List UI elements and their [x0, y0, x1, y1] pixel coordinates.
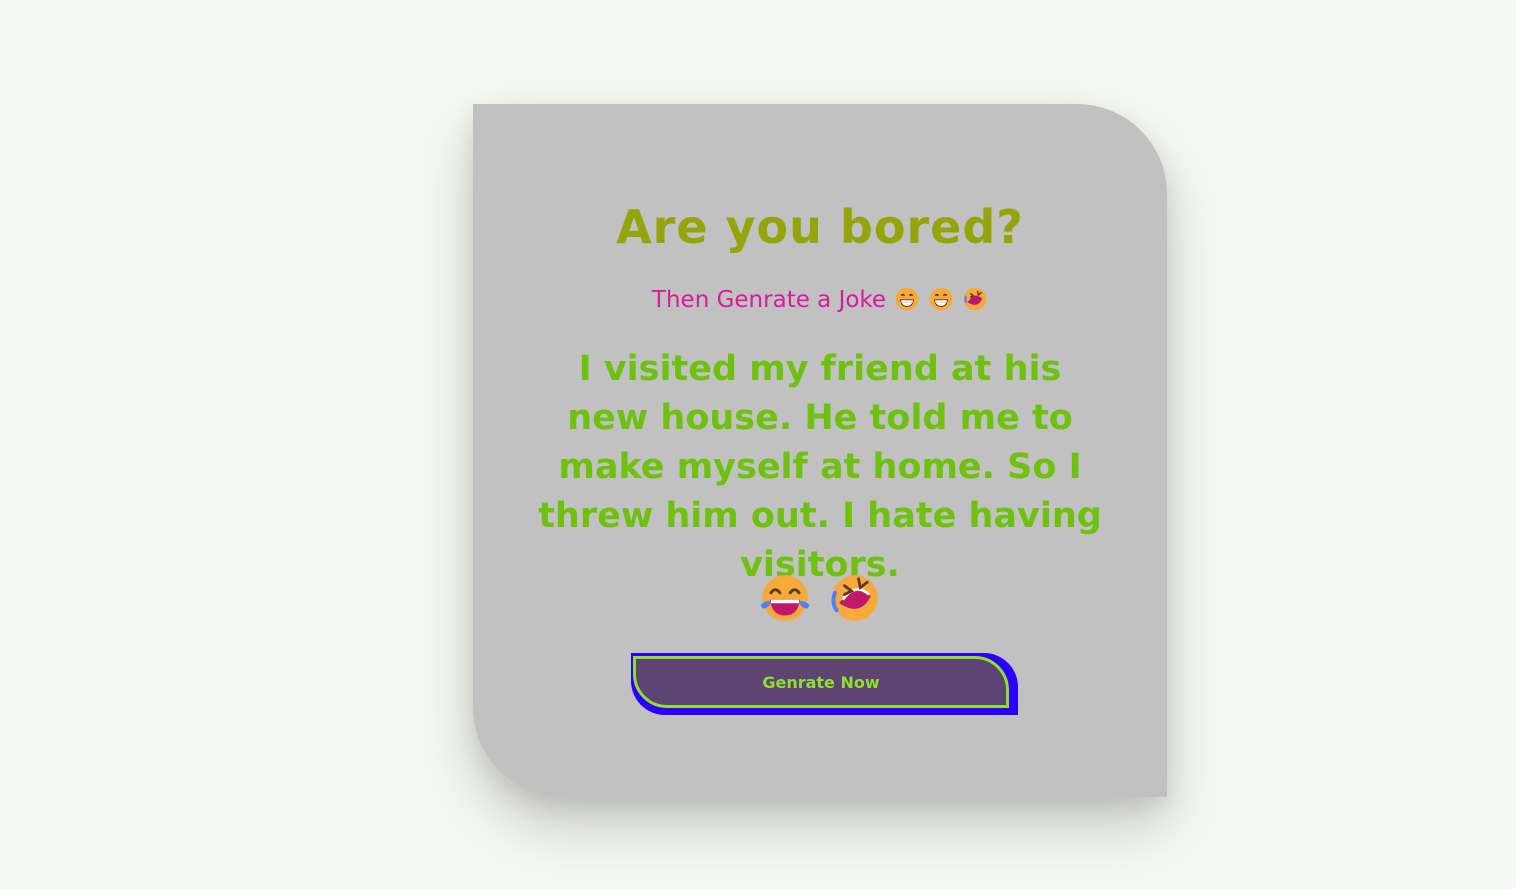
joke-text: I visited my friend at his new house. He…	[538, 349, 1102, 585]
emoji-row	[473, 570, 1167, 630]
subtitle-text: Then Genrate a Joke	[651, 287, 887, 313]
page-title: Are you bored?	[616, 200, 1024, 254]
grinning-face-icon	[929, 287, 953, 311]
tears-of-joy-icon	[760, 575, 810, 621]
generate-button[interactable]: Genrate Now	[633, 656, 1009, 708]
rolling-laughing-icon	[963, 287, 987, 311]
grinning-face-icon	[895, 287, 919, 311]
rolling-laughing-icon	[831, 575, 878, 621]
generate-button-glow: Genrate Now	[631, 653, 1018, 715]
joke-card: Are you bored? Then Genrate a Joke I vis…	[473, 104, 1167, 797]
subtitle: Then Genrate a Joke	[473, 286, 1167, 313]
